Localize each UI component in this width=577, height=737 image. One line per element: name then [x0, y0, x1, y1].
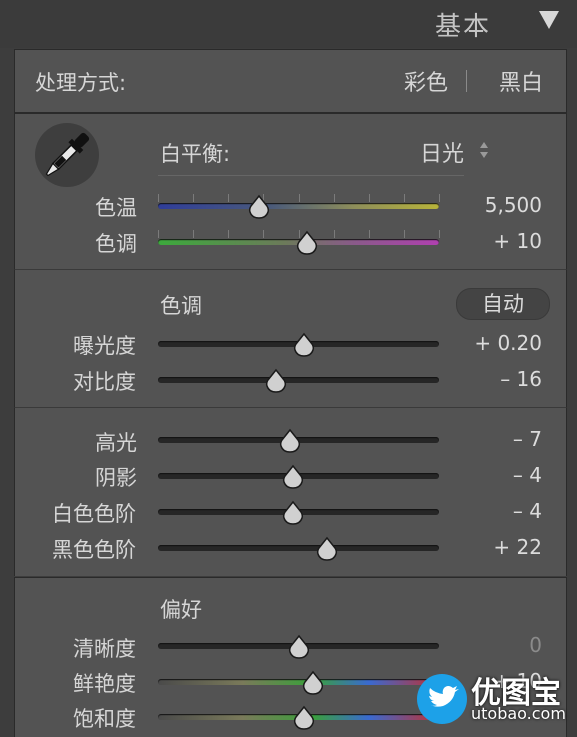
blacks-slider-thumb[interactable]: [316, 536, 338, 562]
blacks-label: 黑色色阶: [52, 538, 136, 562]
clarity-label: 清晰度: [73, 637, 136, 661]
treatment-label: 处理方式:: [35, 71, 127, 95]
contrast-slider-thumb[interactable]: [265, 368, 287, 394]
highlights-value[interactable]: – 7: [513, 427, 542, 451]
tone-title: 色调: [160, 294, 202, 318]
shadows-value[interactable]: – 4: [513, 463, 542, 487]
watermark-url: utobao.com: [471, 704, 566, 723]
tint-value[interactable]: + 10: [493, 229, 542, 253]
white-balance-section: 白平衡: 日光 色温 5,500 色调 + 10: [14, 113, 567, 269]
treatment-section: 处理方式: 彩色 黑白: [14, 49, 567, 113]
highlights-slider-thumb[interactable]: [279, 428, 301, 454]
saturation-label: 饱和度: [73, 707, 136, 731]
treatment-divider: [466, 70, 467, 92]
presence-title: 偏好: [160, 598, 202, 622]
panel-title: 基本: [434, 12, 491, 42]
saturation-slider-thumb[interactable]: [293, 705, 315, 731]
vibrance-slider-track[interactable]: [158, 679, 439, 685]
eyedropper-icon[interactable]: [35, 123, 99, 187]
tone-region-section: 高光 – 7 阴影 – 4 白色色阶 – 4 黑色色阶 + 22: [14, 407, 567, 576]
tint-label: 色调: [95, 232, 137, 256]
blacks-slider-track[interactable]: [158, 545, 439, 551]
whites-value[interactable]: – 4: [513, 499, 542, 523]
contrast-slider-track[interactable]: [158, 377, 439, 383]
whites-label: 白色色阶: [52, 502, 136, 526]
contrast-value[interactable]: – 16: [500, 367, 542, 391]
treatment-bw-option[interactable]: 黑白: [499, 65, 543, 97]
contrast-label: 对比度: [73, 370, 136, 394]
treatment-color-option[interactable]: 彩色: [404, 65, 448, 97]
temp-value[interactable]: 5,500: [485, 193, 542, 217]
temp-slider-track[interactable]: [158, 203, 439, 209]
panel-header[interactable]: 基本: [0, 0, 577, 48]
wb-label: 白平衡:: [160, 142, 231, 166]
vibrance-slider-thumb[interactable]: [302, 670, 324, 696]
wb-divider: [158, 175, 464, 176]
temp-label: 色温: [95, 196, 137, 220]
tone-section: 色调 自动 曝光度 + 0.20 对比度 – 16: [14, 269, 567, 407]
tone-auto-button[interactable]: 自动: [456, 288, 550, 320]
clarity-slider-thumb[interactable]: [288, 634, 310, 660]
temp-slider-thumb[interactable]: [248, 194, 270, 220]
up-down-stepper-icon[interactable]: [479, 141, 489, 159]
shadows-slider-thumb[interactable]: [282, 464, 304, 490]
whites-slider-thumb[interactable]: [282, 500, 304, 526]
highlights-label: 高光: [95, 431, 137, 455]
clarity-value[interactable]: 0: [529, 633, 542, 657]
exposure-label: 曝光度: [73, 334, 136, 358]
exposure-value[interactable]: + 0.20: [474, 331, 542, 355]
vibrance-label: 鲜艳度: [73, 672, 136, 696]
exposure-slider-thumb[interactable]: [293, 332, 315, 358]
shadows-label: 阴影: [95, 466, 137, 490]
wb-preset-value[interactable]: 日光: [420, 136, 464, 168]
watermark: 优图宝 utobao.com: [417, 668, 567, 730]
triangle-down-icon[interactable]: [539, 11, 559, 29]
bird-logo-icon: [417, 674, 467, 724]
blacks-value[interactable]: + 22: [493, 535, 542, 559]
tint-slider-thumb[interactable]: [296, 230, 318, 256]
